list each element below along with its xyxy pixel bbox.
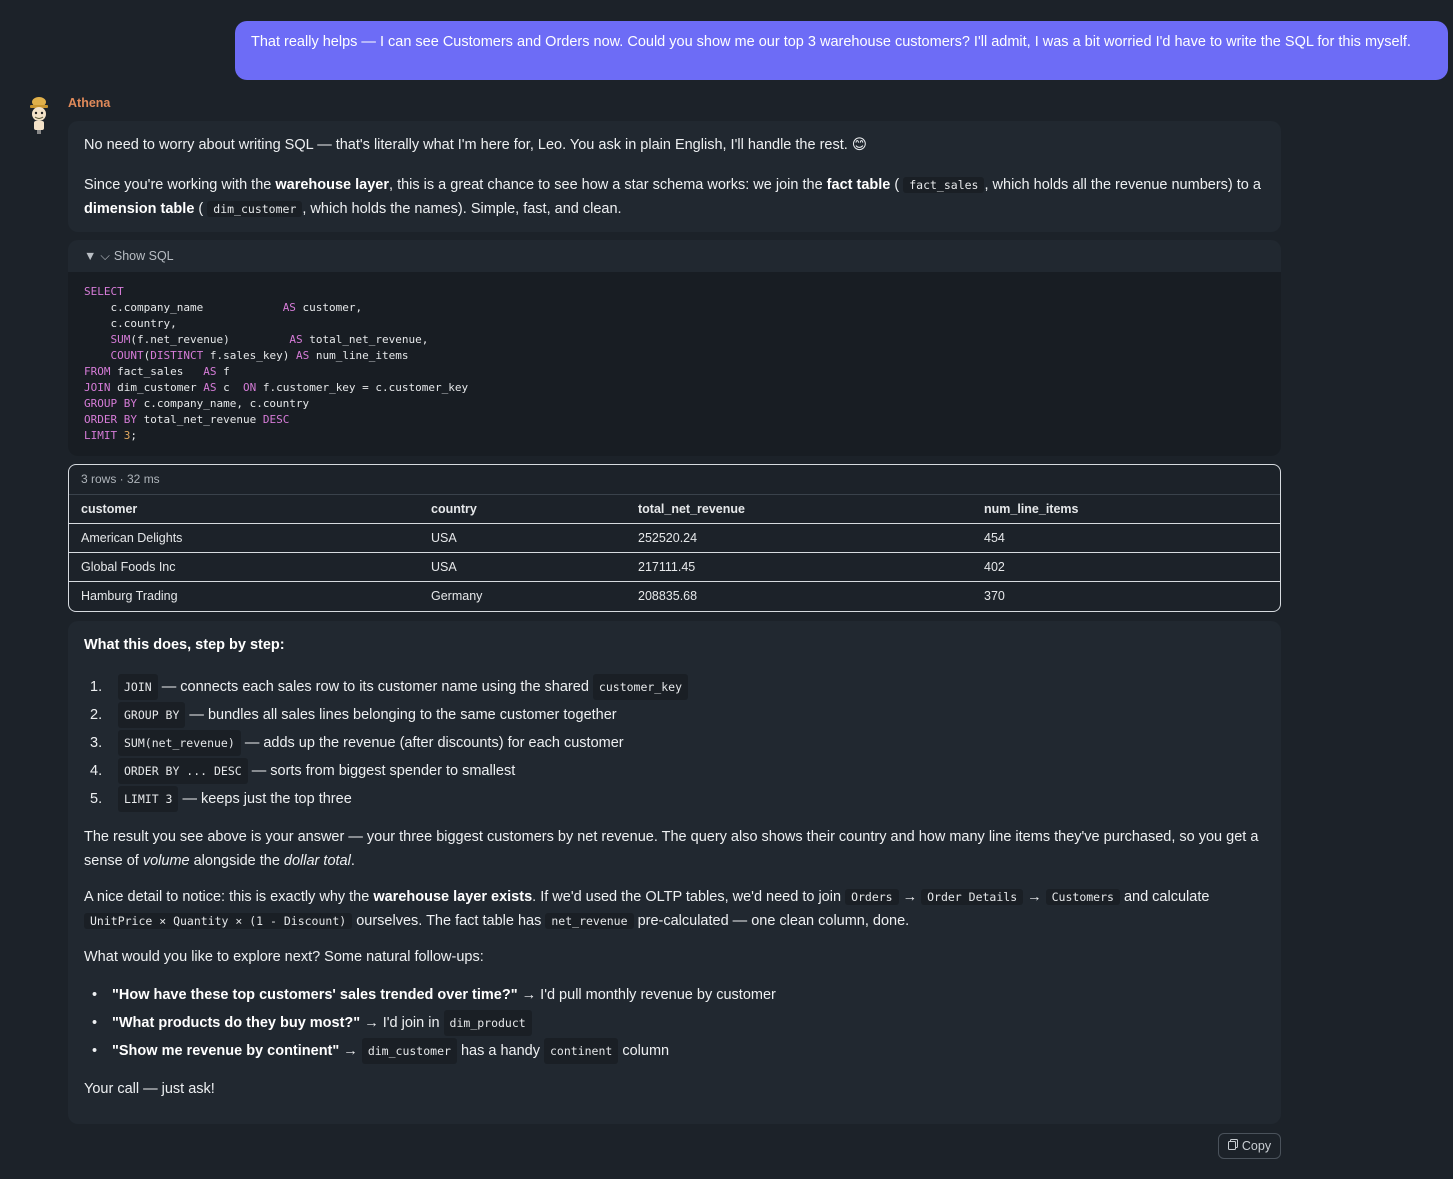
followups-list: • "How have these top customers' sales tr… — [84, 981, 1265, 1065]
table-cell: American Delights — [81, 531, 183, 545]
show-sql-label: Show SQL — [113, 249, 174, 263]
result-explanation: The result you see above is your answer … — [84, 829, 1259, 869]
sql-line: c.company_name AS customer, — [84, 301, 363, 314]
show-sql-toggle[interactable]: ▼ ⌵ Show SQL — [68, 240, 1281, 272]
query-result: 3 rows · 32 ms customer country total_ne… — [68, 464, 1281, 612]
intro-paragraph-2: Since you're working with the warehouse … — [84, 177, 1261, 217]
list-item: • "How have these top customers' sales tr… — [92, 987, 776, 1003]
sql-line: c.country, — [84, 317, 177, 330]
copy-icon — [1227, 1139, 1238, 1153]
table-header-row: customer country total_net_revenue num_l… — [69, 494, 1280, 524]
list-item: 4. ORDER BY ... DESC — sorts from biggest… — [84, 757, 1265, 785]
result-meta: 3 rows · 32 ms — [81, 472, 160, 486]
table-cell: 370 — [984, 589, 1005, 604]
sql-line: JOIN dim_customer AS c ON f.customer_key… — [84, 381, 469, 394]
sql-line: GROUP BY c.company_name, c.country — [84, 397, 310, 410]
table-cell: 402 — [984, 560, 1005, 574]
sql-line: SELECT — [84, 285, 124, 298]
table-cell: USA — [431, 560, 457, 574]
assistant-intro: No need to worry about writing SQL — tha… — [68, 121, 1281, 232]
sql-block: ▼ ⌵ Show SQL SELECT c.company_name AS cu… — [68, 240, 1281, 456]
table-cell: 208835.68 — [638, 589, 698, 604]
table-cell: Hamburg Trading — [81, 589, 178, 604]
table-cell: 252520.24 — [638, 531, 698, 545]
column-header: num_line_items — [984, 502, 1079, 516]
sql-code: SELECT c.company_name AS customer, c.cou… — [68, 272, 1281, 456]
followups-intro: What would you like to explore next? Som… — [84, 949, 484, 965]
list-item: • "What products do they buy most?" → I'd… — [84, 1009, 1265, 1037]
table-row: Hamburg Trading Germany 208835.68 370 — [69, 582, 1280, 611]
table-cell: 217111.45 — [638, 560, 696, 574]
steps-list: 1. JOIN — connects each sales row to its … — [84, 673, 1265, 813]
table-row: Global Foods Inc USA 217111.45 402 — [69, 553, 1280, 582]
user-message: That really helps — I can see Customers … — [235, 21, 1448, 80]
intro-paragraph-1: No need to worry about writing SQL — tha… — [84, 137, 867, 153]
result-table: customer country total_net_revenue num_l… — [69, 494, 1280, 611]
warehouse-explanation: A nice detail to notice: this is exactly… — [84, 889, 1210, 929]
sql-line: FROM fact_sales AS f — [84, 365, 230, 378]
sql-line: SUM(f.net_revenue) AS total_net_revenue, — [110, 333, 429, 346]
sql-line: ORDER BY total_net_revenue DESC — [84, 413, 290, 426]
assistant-name: Athena — [68, 96, 111, 110]
table-cell: 454 — [984, 531, 1005, 545]
column-header: customer — [81, 502, 138, 516]
list-item: 5. LIMIT 3 — keeps just the top three — [84, 785, 1265, 813]
table-cell: USA — [431, 531, 457, 545]
closing-line: Your call — just ask! — [84, 1081, 215, 1097]
column-header: total_net_revenue — [638, 502, 745, 516]
table-row: American Delights USA 252520.24 454 — [69, 524, 1280, 553]
list-item: • "Show me revenue by continent" → dim_cu… — [84, 1037, 1265, 1065]
copy-button[interactable]: Copy — [1218, 1133, 1281, 1159]
explanation: What this does, step by step: 1. JOIN — c… — [68, 621, 1281, 1124]
chevron-down-icon: ⌵ — [100, 248, 110, 263]
table-cell: Germany — [431, 589, 483, 604]
column-header: country — [431, 502, 477, 516]
copy-label: Copy — [1241, 1139, 1272, 1153]
list-item: 3. SUM(net_revenue) — adds up the revenue… — [84, 729, 1265, 757]
sql-line: COUNT(DISTINCT f.sales_key) AS num_line_… — [110, 349, 409, 362]
athena-avatar-icon — [26, 96, 52, 134]
explanation-heading: What this does, step by step: — [84, 637, 285, 653]
sql-line: LIMIT 3; — [84, 429, 137, 442]
triangle-down-icon: ▼ — [84, 249, 97, 263]
table-cell: Global Foods Inc — [81, 560, 176, 574]
list-item: 2. GROUP BY — bundles all sales lines bel… — [84, 701, 1265, 729]
list-item: 1. JOIN — connects each sales row to its … — [84, 673, 1265, 701]
